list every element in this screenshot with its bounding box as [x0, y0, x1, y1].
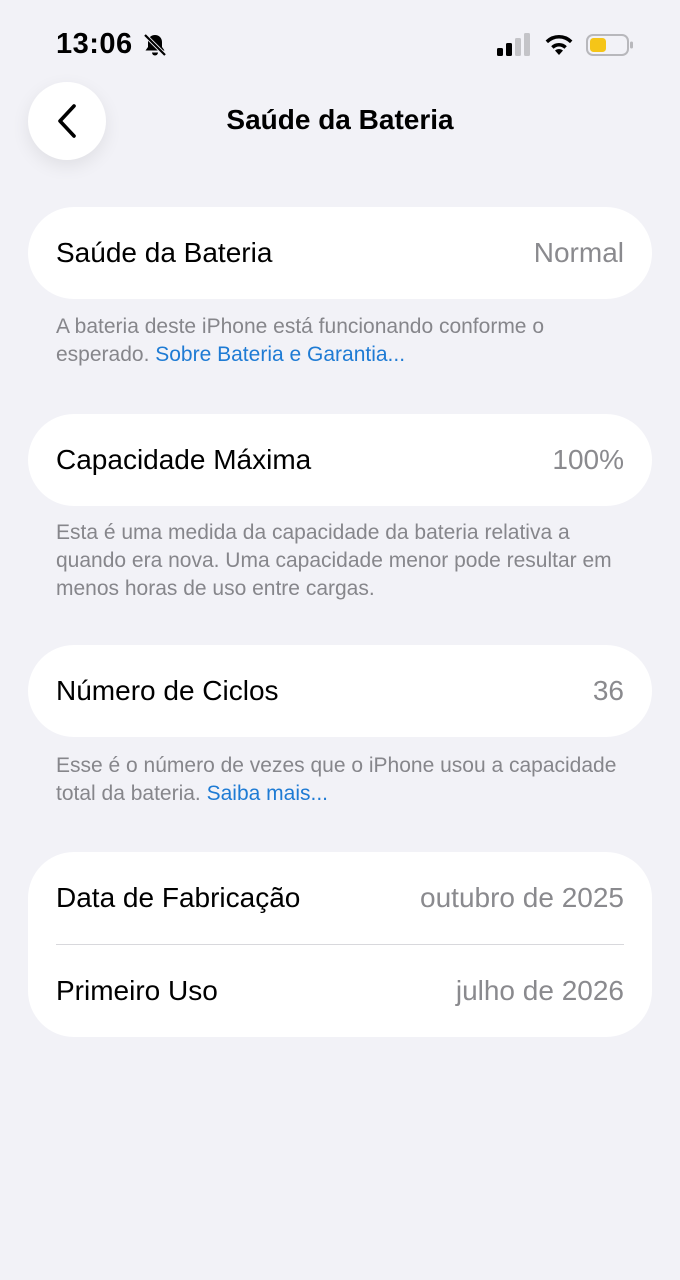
first-use-row: Primeiro Uso julho de 2026	[28, 945, 652, 1037]
max-capacity-row: Capacidade Máxima 100%	[28, 414, 652, 506]
status-time: 13:06	[56, 28, 133, 60]
cycle-count-label: Número de Ciclos	[56, 675, 279, 706]
cycle-count-footnote: Esse é o número de vezes que o iPhone us…	[56, 752, 636, 808]
cycle-count-value: 36	[592, 675, 624, 706]
cycle-count-footnote-text: Esse é o número de vezes que o iPhone us…	[56, 754, 617, 805]
wifi-icon	[545, 34, 573, 55]
manufacture-date-row: Data de Fabricação outubro de 2025	[28, 852, 652, 944]
battery-health-label: Saúde da Bateria	[56, 237, 273, 268]
battery-health-row: Saúde da Bateria Normal	[28, 207, 652, 299]
cycle-count-row: Número de Ciclos 36	[28, 645, 652, 737]
dates-card: Data de Fabricação outubro de 2025 Prime…	[28, 852, 652, 1037]
manufacture-date-value: outubro de 2025	[420, 882, 624, 913]
max-capacity-card: Capacidade Máxima 100%	[28, 414, 652, 506]
max-capacity-footnote: Esta é uma medida da capacidade da bater…	[56, 521, 612, 600]
manufacture-date-label: Data de Fabricação	[56, 882, 301, 913]
status-bar: 13:06	[0, 0, 680, 90]
battery-health-card: Saúde da Bateria Normal	[28, 207, 652, 299]
battery-icon	[586, 34, 633, 56]
cycle-count-card: Número de Ciclos 36	[28, 645, 652, 737]
learn-more-link[interactable]: Saiba mais...	[207, 782, 328, 805]
battery-warranty-link[interactable]: Sobre Bateria e Garantia...	[155, 343, 405, 366]
first-use-label: Primeiro Uso	[56, 975, 218, 1006]
battery-health-screen: 13:06 Saúde da Bateria Saúde da Bateria …	[0, 0, 680, 1280]
battery-health-footnote: A bateria deste iPhone está funcionando …	[56, 313, 636, 369]
page-title: Saúde da Bateria	[226, 104, 454, 135]
battery-health-value: Normal	[533, 237, 624, 268]
bell-slash-icon	[143, 33, 167, 57]
max-capacity-label: Capacidade Máxima	[56, 444, 312, 475]
cellular-signal-icon	[497, 33, 530, 56]
max-capacity-value: 100%	[552, 444, 624, 475]
first-use-value: julho de 2026	[455, 975, 624, 1006]
